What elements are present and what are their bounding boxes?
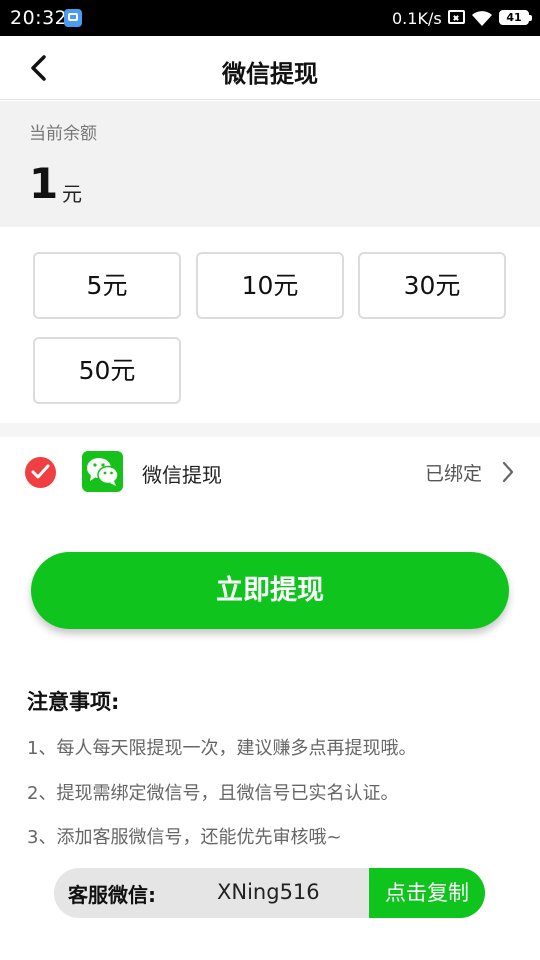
battery-icon: 41 <box>499 10 532 25</box>
balance-amount: 1 <box>29 159 59 208</box>
withdraw-method-row[interactable]: 微信提现 已绑定 <box>0 437 540 507</box>
note-item: 2、提现需绑定微信号，且微信号已实名认证。 <box>27 783 399 804</box>
balance-panel: 当前余额 1 元 <box>0 101 540 227</box>
amount-option-10[interactable]: 10元 <box>196 252 344 319</box>
copy-button[interactable]: 点击复制 <box>369 868 485 918</box>
notes-title: 注意事项: <box>27 690 120 714</box>
amount-options: 5元 10元 30元 50元 <box>0 238 540 423</box>
wifi-icon <box>472 11 492 26</box>
withdraw-method-label: 微信提现 <box>142 463 222 487</box>
customer-service-label: 客服微信: <box>68 883 156 907</box>
page-title: 微信提现 <box>222 60 318 88</box>
amount-option-30[interactable]: 30元 <box>358 252 506 319</box>
check-circle-icon[interactable] <box>25 457 56 488</box>
amount-option-5[interactable]: 5元 <box>33 252 181 319</box>
status-time: 20:32 <box>10 7 68 29</box>
network-speed: 0.1K/s <box>392 9 442 28</box>
note-item: 1、每人每天限提现一次，建议赚多点再提现哦。 <box>27 738 417 759</box>
amount-option-50[interactable]: 50元 <box>33 337 181 404</box>
section-divider <box>0 423 540 437</box>
bind-status: 已绑定 <box>424 463 482 485</box>
app-notification-icon <box>64 9 82 27</box>
status-bar: 20:32 0.1K/s 41 <box>0 0 540 36</box>
note-item: 3、添加客服微信号，还能优先审核哦~ <box>27 827 342 848</box>
balance-unit: 元 <box>62 182 82 206</box>
customer-service-wechat-id: XNing516 <box>217 880 320 904</box>
customer-service-bar: 客服微信: XNing516 点击复制 <box>54 868 485 918</box>
top-bar: 微信提现 <box>0 36 540 100</box>
no-sim-icon <box>448 10 465 24</box>
balance-label: 当前余额 <box>29 124 97 144</box>
withdraw-now-button[interactable]: 立即提现 <box>31 552 509 629</box>
chevron-right-icon[interactable] <box>500 460 516 484</box>
wechat-icon <box>82 451 123 492</box>
